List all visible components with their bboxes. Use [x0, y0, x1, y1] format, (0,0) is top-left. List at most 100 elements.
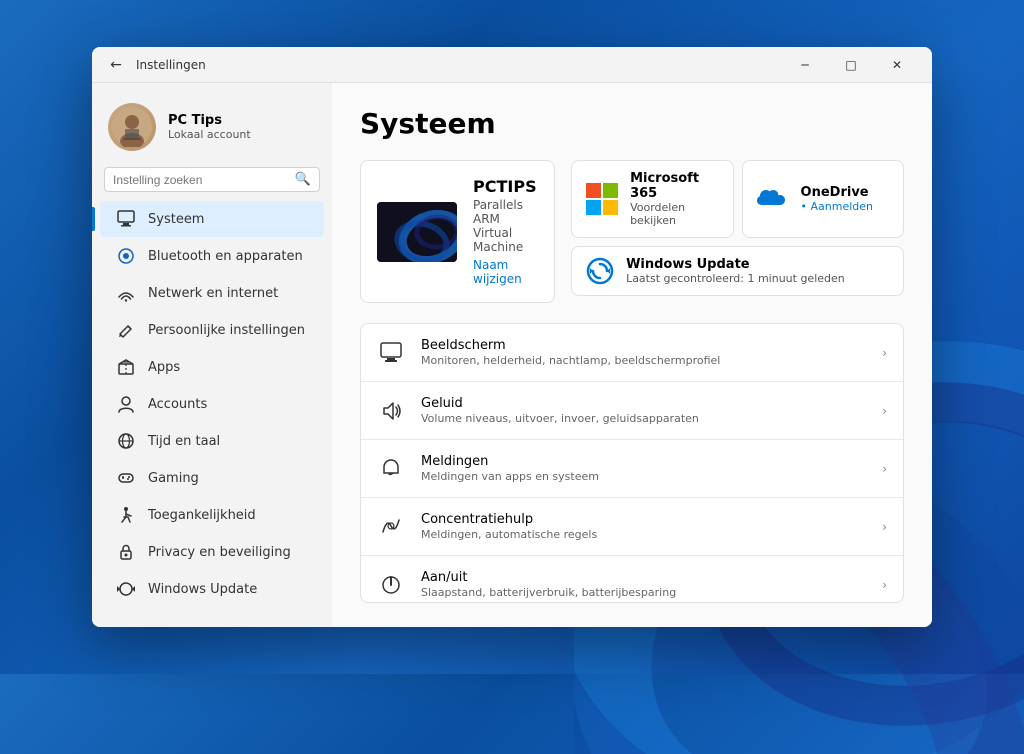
concentratiehulp-text: Concentratiehulp Meldingen, automatische… — [421, 512, 866, 541]
sidebar-item-netwerk[interactable]: Netwerk en internet — [100, 275, 324, 311]
nav-list: Systeem Bluetooth en apparaten Netwerk e… — [92, 200, 332, 608]
sidebar-item-accounts[interactable]: Accounts — [100, 386, 324, 422]
ms365-onedrive-row: Microsoft 365 Voordelen bekijken — [571, 160, 904, 238]
settings-item-beeldscherm[interactable]: Beeldscherm Monitoren, helderheid, nacht… — [361, 324, 903, 382]
sidebar-item-bluetooth[interactable]: Bluetooth en apparaten — [100, 238, 324, 274]
minimize-button[interactable]: ─ — [782, 47, 828, 83]
sidebar-item-systeem[interactable]: Systeem — [100, 201, 324, 237]
toegankelijkheid-nav-icon — [116, 505, 136, 525]
meldingen-icon — [377, 455, 405, 483]
pc-description: Parallels ARM Virtual Machine — [473, 198, 538, 254]
winupdate-nav-icon — [116, 579, 136, 599]
pc-rename-link[interactable]: Naam wijzigen — [473, 258, 538, 286]
concentratiehulp-icon — [377, 513, 405, 541]
top-cards: Microsoft 365 Voordelen bekijken — [571, 160, 904, 303]
sidebar-item-label-tijd: Tijd en taal — [148, 434, 220, 449]
sidebar-item-gaming[interactable]: Gaming — [100, 460, 324, 496]
search-box[interactable]: 🔍 — [104, 167, 320, 192]
onedrive-icon — [757, 187, 789, 211]
window-title: Instellingen — [136, 58, 206, 72]
right-panel: Systeem — [332, 83, 932, 627]
sidebar-item-label-persoonlijk: Persoonlijke instellingen — [148, 323, 305, 338]
onedrive-subtitle: • Aanmelden — [801, 200, 873, 213]
aanuit-subtitle: Slaapstand, batterijverbruik, batterijbe… — [421, 586, 866, 599]
concentratiehulp-title: Concentratiehulp — [421, 512, 866, 527]
beeldscherm-arrow: › — [882, 346, 887, 360]
geluid-text: Geluid Volume niveaus, uitvoer, invoer, … — [421, 396, 866, 425]
sidebar-item-label-winupdate: Windows Update — [148, 582, 257, 597]
search-icon: 🔍 — [295, 172, 311, 187]
sidebar-item-apps[interactable]: Apps — [100, 349, 324, 385]
meldingen-arrow: › — [882, 462, 887, 476]
ms365-card[interactable]: Microsoft 365 Voordelen bekijken — [571, 160, 733, 238]
accounts-nav-icon — [116, 394, 136, 414]
settings-window: ← Instellingen ─ □ ✕ — [92, 47, 932, 627]
settings-item-aanuit[interactable]: Aan/uit Slaapstand, batterijverbruik, ba… — [361, 556, 903, 603]
sidebar-item-label-toegankelijkheid: Toegankelijkheid — [148, 508, 256, 523]
onedrive-text: OneDrive • Aanmelden — [801, 185, 873, 213]
onedrive-title: OneDrive — [801, 185, 873, 200]
page-title: Systeem — [360, 107, 904, 140]
avatar[interactable] — [108, 103, 156, 151]
sidebar: PC Tips Lokaal account 🔍 Systeem Bluetoo… — [92, 83, 332, 627]
sidebar-item-toegankelijkheid[interactable]: Toegankelijkheid — [100, 497, 324, 533]
pc-info: PCTIPS Parallels ARM Virtual Machine Naa… — [473, 177, 538, 286]
sidebar-item-label-accounts: Accounts — [148, 397, 207, 412]
sidebar-item-label-systeem: Systeem — [148, 212, 204, 227]
aanuit-text: Aan/uit Slaapstand, batterijverbruik, ba… — [421, 570, 866, 599]
settings-list: Beeldscherm Monitoren, helderheid, nacht… — [360, 323, 904, 603]
aanuit-icon — [377, 571, 405, 599]
sidebar-item-label-netwerk: Netwerk en internet — [148, 286, 278, 301]
ms365-title: Microsoft 365 — [630, 171, 718, 201]
sidebar-item-persoonlijk[interactable]: Persoonlijke instellingen — [100, 312, 324, 348]
user-account-type: Lokaal account — [168, 128, 251, 141]
aanuit-title: Aan/uit — [421, 570, 866, 585]
sidebar-item-privacy[interactable]: Privacy en beveiliging — [100, 534, 324, 570]
main-content: PC Tips Lokaal account 🔍 Systeem Bluetoo… — [92, 83, 932, 627]
window-controls: ─ □ ✕ — [782, 47, 920, 83]
sidebar-item-label-apps: Apps — [148, 360, 180, 375]
onedrive-card[interactable]: OneDrive • Aanmelden — [742, 160, 904, 238]
beeldscherm-text: Beeldscherm Monitoren, helderheid, nacht… — [421, 338, 866, 367]
winupdate-subtitle: Laatst gecontroleerd: 1 minuut geleden — [626, 272, 845, 285]
bluetooth-nav-icon — [116, 246, 136, 266]
title-bar: ← Instellingen ─ □ ✕ — [92, 47, 932, 83]
search-input[interactable] — [113, 173, 295, 187]
winupdate-card[interactable]: Windows Update Laatst gecontroleerd: 1 m… — [571, 246, 904, 296]
sidebar-item-tijd[interactable]: Tijd en taal — [100, 423, 324, 459]
settings-item-concentratiehulp[interactable]: Concentratiehulp Meldingen, automatische… — [361, 498, 903, 556]
sidebar-item-label-gaming: Gaming — [148, 471, 199, 486]
winupdate-text: Windows Update Laatst gecontroleerd: 1 m… — [626, 257, 845, 285]
aanuit-arrow: › — [882, 578, 887, 592]
beeldscherm-icon — [377, 339, 405, 367]
gaming-nav-icon — [116, 468, 136, 488]
geluid-subtitle: Volume niveaus, uitvoer, invoer, geluids… — [421, 412, 866, 425]
systeem-nav-icon — [116, 209, 136, 229]
ms365-subtitle: Voordelen bekijken — [630, 201, 718, 227]
meldingen-subtitle: Meldingen van apps en systeem — [421, 470, 866, 483]
pc-thumbnail — [377, 202, 457, 262]
settings-item-geluid[interactable]: Geluid Volume niveaus, uitvoer, invoer, … — [361, 382, 903, 440]
user-name: PC Tips — [168, 113, 251, 128]
geluid-icon — [377, 397, 405, 425]
apps-nav-icon — [116, 357, 136, 377]
privacy-nav-icon — [116, 542, 136, 562]
maximize-button[interactable]: □ — [828, 47, 874, 83]
info-row: PCTIPS Parallels ARM Virtual Machine Naa… — [360, 160, 904, 303]
pc-name: PCTIPS — [473, 177, 538, 196]
netwerk-nav-icon — [116, 283, 136, 303]
winupdate-title: Windows Update — [626, 257, 845, 272]
back-button[interactable]: ← — [104, 53, 128, 77]
pc-card: PCTIPS Parallels ARM Virtual Machine Naa… — [360, 160, 555, 303]
geluid-arrow: › — [882, 404, 887, 418]
ms365-icon — [586, 183, 618, 215]
close-button[interactable]: ✕ — [874, 47, 920, 83]
tijd-nav-icon — [116, 431, 136, 451]
settings-item-meldingen[interactable]: Meldingen Meldingen van apps en systeem … — [361, 440, 903, 498]
ms365-text: Microsoft 365 Voordelen bekijken — [630, 171, 718, 227]
meldingen-text: Meldingen Meldingen van apps en systeem — [421, 454, 866, 483]
meldingen-title: Meldingen — [421, 454, 866, 469]
concentratiehulp-arrow: › — [882, 520, 887, 534]
beeldscherm-title: Beeldscherm — [421, 338, 866, 353]
sidebar-item-winupdate[interactable]: Windows Update — [100, 571, 324, 607]
